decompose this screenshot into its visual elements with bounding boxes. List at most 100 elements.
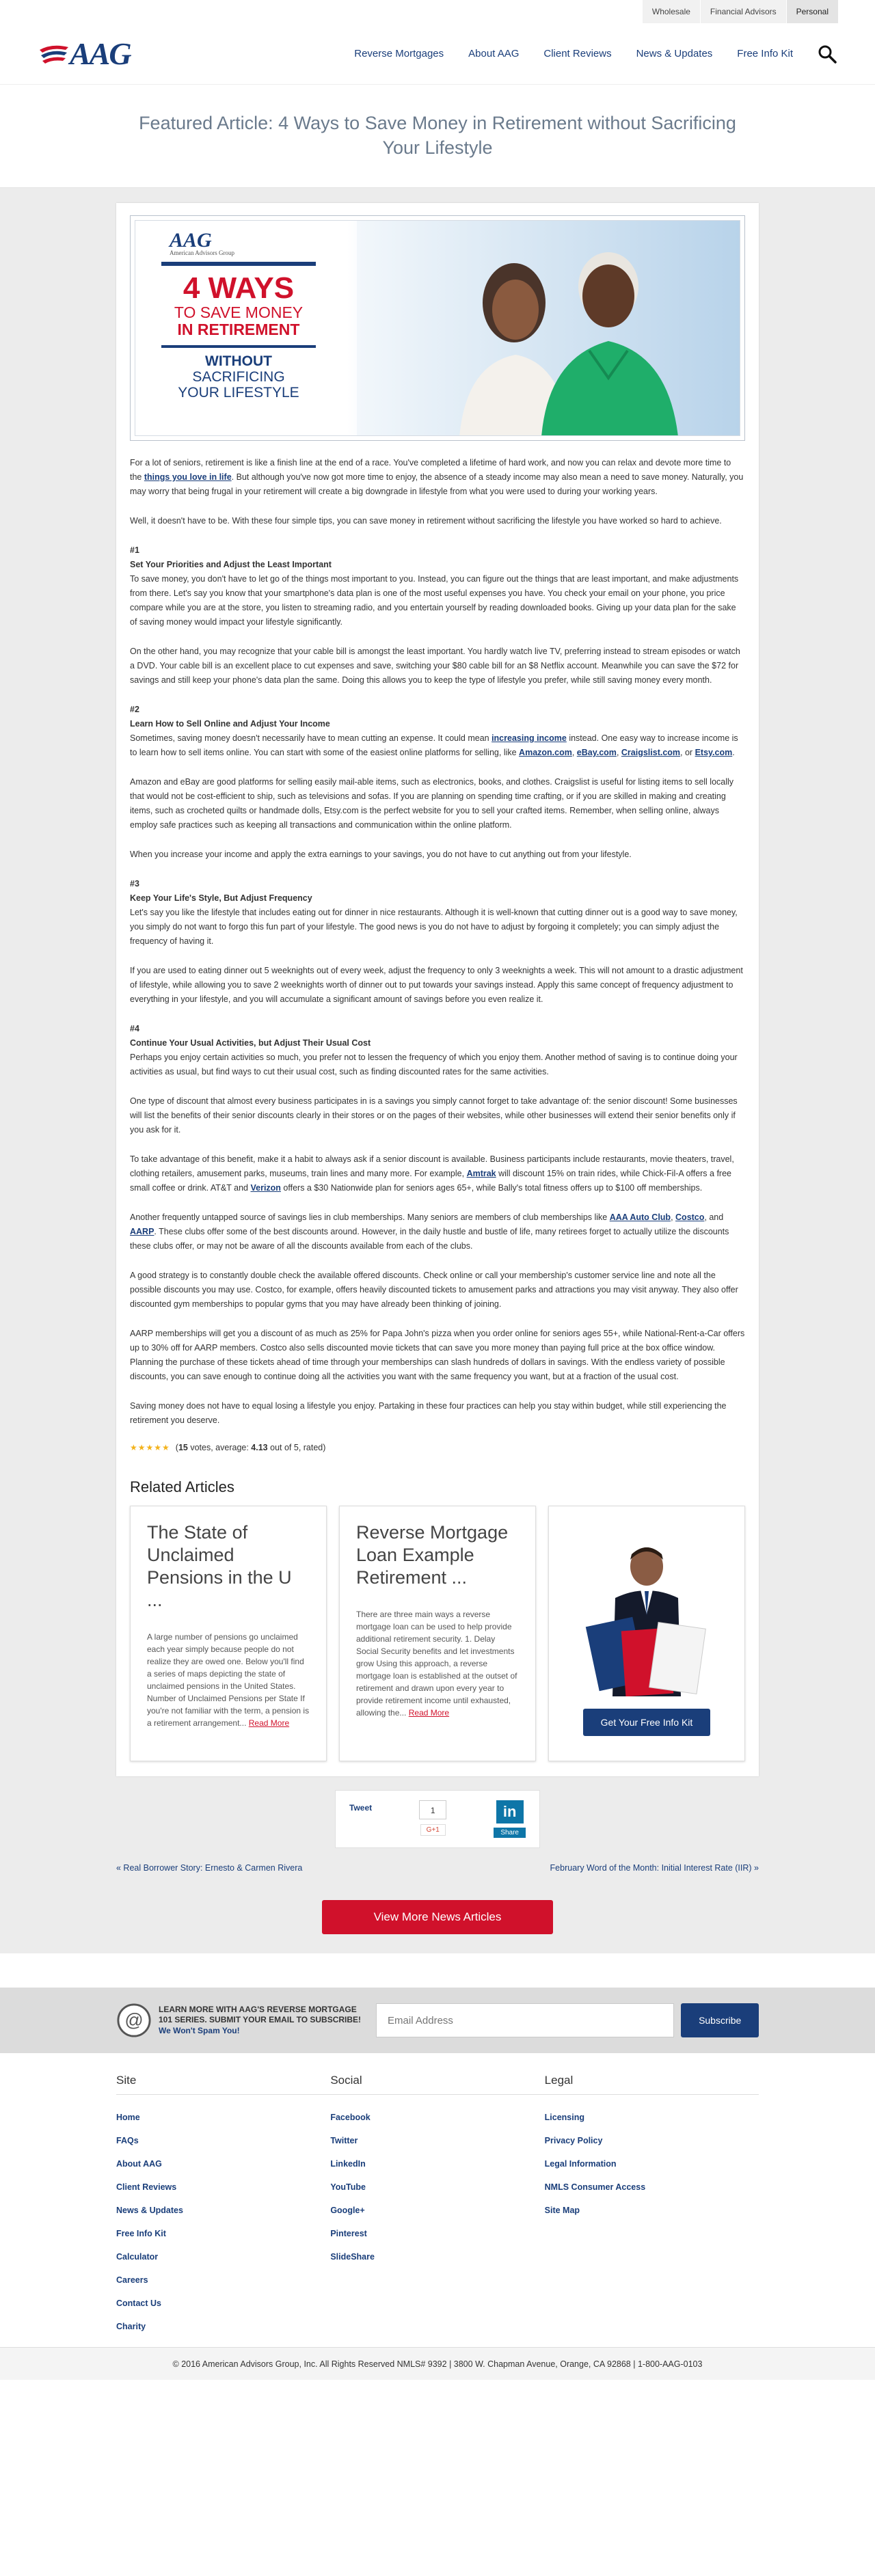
hero-divider-2 (161, 345, 316, 348)
hero-inner: AAG American Advisors Group 4 WAYS TO SA… (135, 220, 740, 436)
main-nav: Reverse Mortgages About AAG Client Revie… (329, 44, 837, 64)
copyright-bar: © 2016 American Advisors Group, Inc. All… (0, 2347, 875, 2380)
footer-link-home[interactable]: Home (116, 2113, 140, 2122)
footer-link-facebook[interactable]: Facebook (330, 2113, 370, 2122)
rating-summary: (15 votes, average: 4.13 out of 5, rated… (175, 1443, 326, 1452)
section-number-3: #3 (130, 879, 139, 889)
link-etsy[interactable]: Etsy.com (695, 748, 733, 757)
section-4-paragraph-2: One type of discount that almost every b… (130, 1096, 738, 1135)
link-costco[interactable]: Costco (675, 1212, 704, 1222)
footer-link-client-reviews[interactable]: Client Reviews (116, 2182, 176, 2192)
section-4-paragraph-4: Another frequently untapped source of sa… (130, 1212, 729, 1251)
view-more-wrapper: View More News Articles (0, 1900, 875, 1934)
utility-link-personal[interactable]: Personal (785, 0, 838, 23)
footer-link-linkedin[interactable]: LinkedIn (330, 2159, 365, 2169)
page-title: Featured Article: 4 Ways to Save Money i… (139, 113, 736, 158)
footer-link-googleplus[interactable]: Google+ (330, 2206, 364, 2215)
section-2-paragraph-1: Sometimes, saving money doesn't necessar… (130, 733, 738, 757)
footer-link-privacy[interactable]: Privacy Policy (545, 2136, 603, 2145)
footer-link-faqs[interactable]: FAQs (116, 2136, 139, 2145)
hero-logo-text: AAG (170, 229, 212, 252)
search-icon[interactable] (818, 44, 837, 64)
story-navigation: « Real Borrower Story: Ernesto & Carmen … (116, 1863, 759, 1873)
link-aarp[interactable]: AARP (130, 1227, 154, 1236)
hero-logo: AAG American Advisors Group (161, 229, 316, 256)
excerpt-text: A large number of pensions go unclaimed … (147, 1632, 310, 1728)
nav-free-info-kit[interactable]: Free Info Kit (737, 48, 793, 59)
footer-link-legal-info[interactable]: Legal Information (545, 2159, 617, 2169)
utility-link-financial-advisors[interactable]: Financial Advisors (699, 0, 786, 23)
link-aaa[interactable]: AAA Auto Club (610, 1212, 671, 1222)
footer-link-news[interactable]: News & Updates (116, 2206, 183, 2215)
section-number-4: #4 (130, 1024, 139, 1033)
link-verizon[interactable]: Verizon (250, 1183, 280, 1193)
section-title-1: Set Your Priorities and Adjust the Least… (130, 560, 332, 569)
gplus-button[interactable]: G+1 (420, 1824, 446, 1836)
footer-link-careers[interactable]: Careers (116, 2275, 148, 2285)
article-card: AAG American Advisors Group 4 WAYS TO SA… (116, 203, 759, 1776)
link-ebay[interactable]: eBay.com (577, 748, 617, 757)
footer-link-twitter[interactable]: Twitter (330, 2136, 358, 2145)
section-3-paragraph-2: If you are used to eating dinner out 5 w… (130, 966, 743, 1004)
link-craigslist[interactable]: Craigslist.com (621, 748, 680, 757)
footer-link-info-kit[interactable]: Free Info Kit (116, 2229, 166, 2238)
get-free-info-kit-button[interactable]: Get Your Free Info Kit (582, 1709, 711, 1736)
footer-link-pinterest[interactable]: Pinterest (330, 2229, 367, 2238)
senior-couple-photo (357, 221, 740, 435)
footer-link-sitemap[interactable]: Site Map (545, 2206, 580, 2215)
related-card-excerpt: There are three main ways a reverse mort… (356, 1608, 519, 1719)
link-things-you-love[interactable]: things you love in life (144, 472, 232, 482)
svg-text:@: @ (124, 2010, 143, 2031)
rating-stars-icon[interactable]: ★★★★★ (130, 1443, 170, 1452)
email-address-input[interactable] (376, 2003, 675, 2037)
footer-social-column: Social Facebook Twitter LinkedIn YouTube… (330, 2074, 545, 2347)
link-increasing-income[interactable]: increasing income (492, 733, 567, 743)
footer-link-licensing[interactable]: Licensing (545, 2113, 584, 2122)
related-card-1[interactable]: The State of Unclaimed Pensions in the U… (130, 1506, 327, 1761)
section-1-paragraph-1: To save money, you don't have to let go … (130, 574, 739, 627)
next-story-link[interactable]: February Word of the Month: Initial Inte… (550, 1863, 759, 1873)
footer-link-charity[interactable]: Charity (116, 2322, 146, 2331)
linkedin-share-button[interactable]: Share (494, 1828, 526, 1838)
newsletter-signup: @ LEARN MORE WITH AAG'S REVERSE MORTGAGE… (0, 1988, 875, 2053)
section-4-paragraph-6: AARP memberships will get you a discount… (130, 1329, 745, 1381)
section-4-paragraph-1: Perhaps you enjoy certain activities so … (130, 1053, 738, 1076)
subscribe-button[interactable]: Subscribe (681, 2003, 759, 2037)
rating-text-b: out of 5, rated) (267, 1443, 326, 1452)
rating-text-a: votes, average: (187, 1443, 252, 1452)
gplus-count: 1 (419, 1800, 447, 1819)
related-card-title[interactable]: Reverse Mortgage Loan Example Retirement… (356, 1521, 519, 1589)
related-card-2[interactable]: Reverse Mortgage Loan Example Retirement… (339, 1506, 536, 1761)
rating-votes: 15 (178, 1443, 188, 1452)
related-card-excerpt: A large number of pensions go unclaimed … (147, 1631, 310, 1729)
link-amazon[interactable]: Amazon.com (519, 748, 572, 757)
nav-reverse-mortgages[interactable]: Reverse Mortgages (354, 48, 444, 59)
nav-client-reviews[interactable]: Client Reviews (543, 48, 611, 59)
read-more-link[interactable]: Read More (249, 1718, 289, 1728)
section-number-2: #2 (130, 705, 139, 714)
excerpt-text: There are three main ways a reverse mort… (356, 1610, 517, 1718)
aag-logo[interactable]: AAG (38, 36, 161, 72)
related-card-title[interactable]: The State of Unclaimed Pensions in the U… (147, 1521, 310, 1612)
info-kit-promo: Get Your Free Info Kit (548, 1506, 745, 1761)
nav-news-updates[interactable]: News & Updates (636, 48, 713, 59)
footer-link-youtube[interactable]: YouTube (330, 2182, 366, 2192)
footer-social-heading: Social (330, 2074, 545, 2095)
footer-link-about[interactable]: About AAG (116, 2159, 162, 2169)
view-more-news-button[interactable]: View More News Articles (322, 1900, 553, 1934)
utility-link-wholesale[interactable]: Wholesale (641, 0, 700, 23)
nav-about-aag[interactable]: About AAG (468, 48, 519, 59)
tweet-button[interactable]: Tweet (349, 1803, 372, 1813)
section-1-paragraph-2: On the other hand, you may recognize tha… (130, 647, 740, 685)
logo-wordmark: AAG (70, 36, 132, 71)
footer-link-calculator[interactable]: Calculator (116, 2252, 158, 2262)
linkedin-icon[interactable]: in (496, 1800, 524, 1823)
footer-link-contact[interactable]: Contact Us (116, 2299, 161, 2308)
footer-link-nmls[interactable]: NMLS Consumer Access (545, 2182, 646, 2192)
read-more-link[interactable]: Read More (409, 1708, 449, 1718)
hero-big-text: 4 WAYS (183, 271, 295, 305)
link-amtrak[interactable]: Amtrak (467, 1169, 496, 1178)
previous-story-link[interactable]: « Real Borrower Story: Ernesto & Carmen … (116, 1863, 302, 1873)
footer-link-slideshare[interactable]: SlideShare (330, 2252, 375, 2262)
site-footer: Site Home FAQs About AAG Client Reviews … (0, 2053, 875, 2347)
